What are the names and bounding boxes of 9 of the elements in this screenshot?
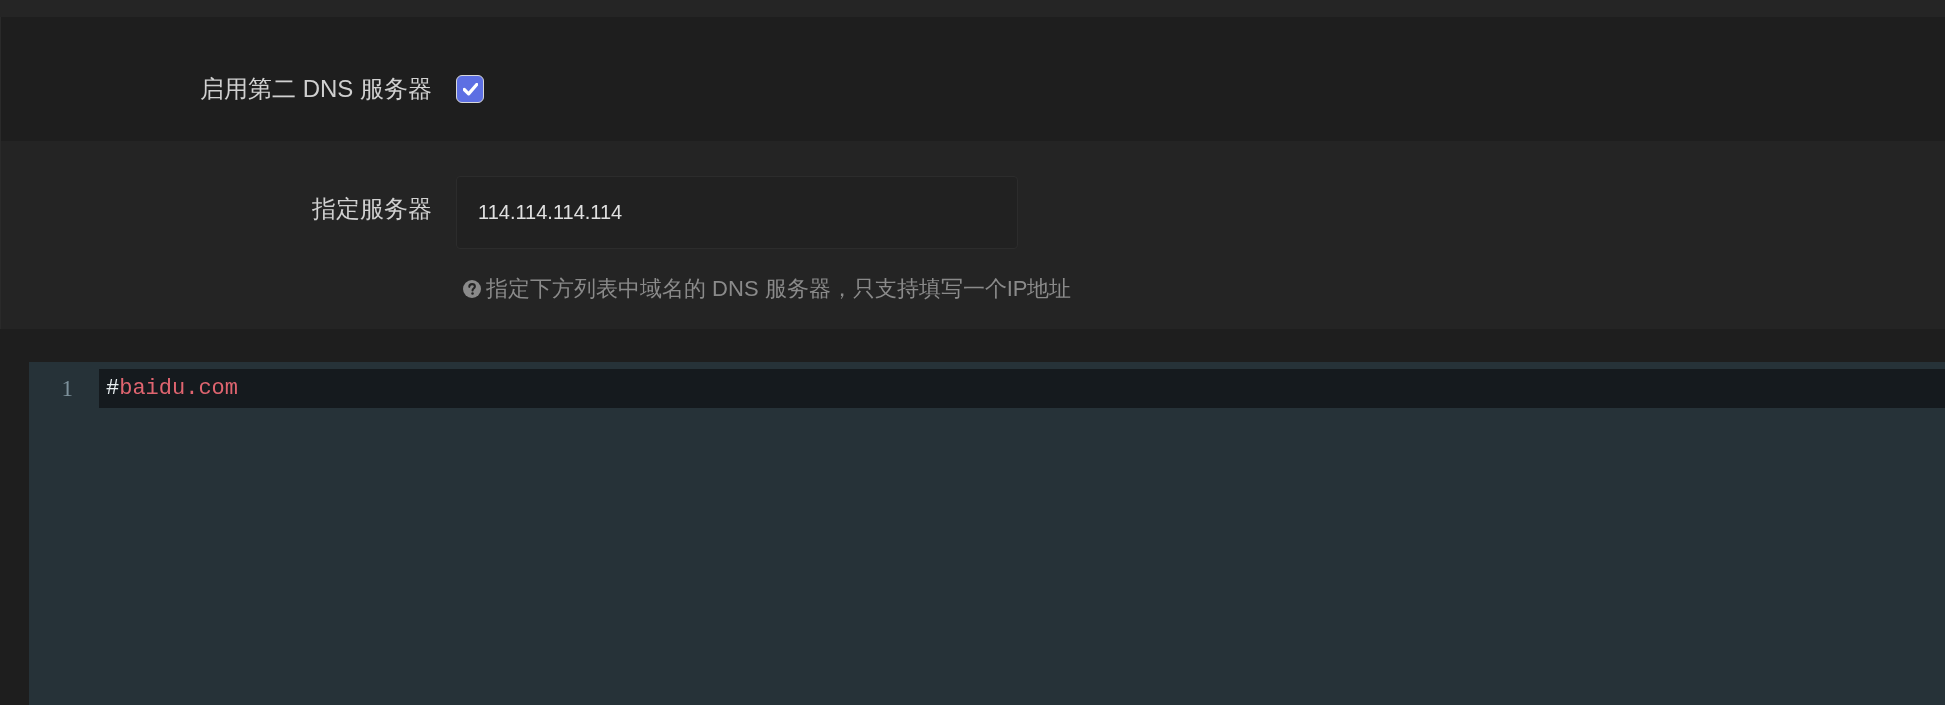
- check-icon: [462, 82, 478, 96]
- code-editor[interactable]: 1 #baidu.com: [29, 362, 1945, 705]
- help-icon: [463, 280, 481, 298]
- setting-label: 指定服务器: [312, 195, 432, 223]
- help-text: 指定下方列表中域名的 DNS 服务器，只支持填写一个IP地址: [486, 275, 1072, 303]
- checkbox[interactable]: [456, 75, 484, 103]
- line-number: 1: [61, 375, 73, 402]
- input-field[interactable]: 114.114.114.114: [456, 176, 1018, 249]
- setting-label: 启用第二 DNS 服务器: [200, 75, 432, 103]
